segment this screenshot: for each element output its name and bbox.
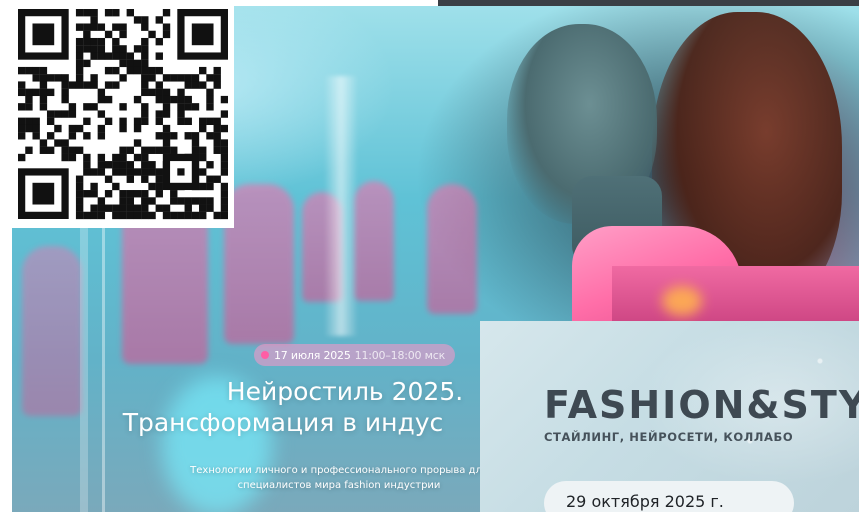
event-time: 11:00–18:00 мск (354, 348, 446, 362)
event-title-line2: Трансформация в индус (122, 408, 444, 437)
collar-light-glow (662, 286, 702, 316)
mannequin-decor (427, 184, 477, 314)
mannequin-decor (224, 184, 294, 344)
fashion-style-card[interactable]: FASHION&STY СТАЙЛИНГ, НЕЙРОСЕТИ, КОЛЛАБО… (480, 321, 859, 512)
event-date: 17 июля 2025 (274, 348, 351, 362)
qr-code-icon[interactable] (12, 0, 234, 228)
live-dot-icon (261, 351, 269, 359)
mannequin-decor (354, 181, 394, 301)
event-title: Нейростиль 2025. Трансформация в индус (12, 376, 554, 438)
fashion-card-title: FASHION&STY (544, 383, 859, 427)
event-title-line1: Нейростиль 2025. (226, 377, 464, 406)
event-date-badge: 17 июля 2025 11:00–18:00 мск (254, 344, 456, 366)
light-pillar-decor (324, 76, 358, 336)
fashion-card-subtitle: СТАЙЛИНГ, НЕЙРОСЕТИ, КОЛЛАБО (544, 430, 794, 444)
event-subtitle: Технологии личного и профессионального п… (190, 465, 488, 491)
qr-code-graphic (18, 9, 228, 220)
fashion-card-date: 29 октября 2025 г. (544, 481, 794, 512)
